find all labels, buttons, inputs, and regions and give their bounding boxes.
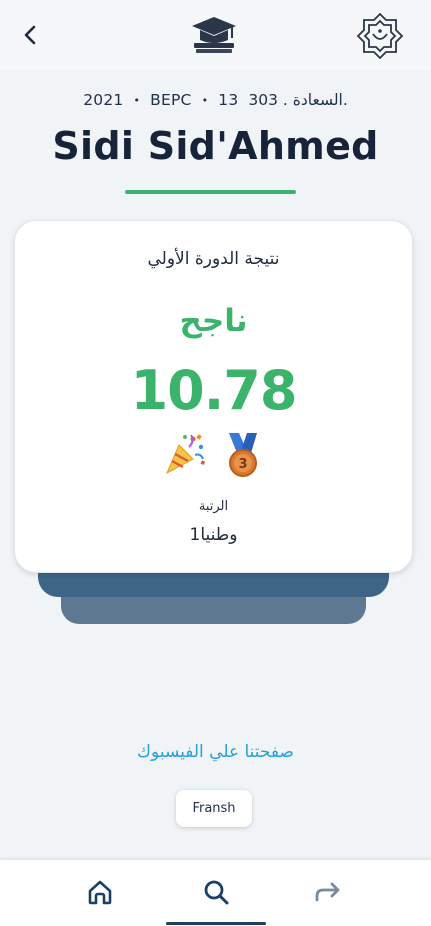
candidate-number: 13 [218,91,239,109]
exam-center: 303 . السعادة. [248,91,348,109]
separator-dot: • [133,93,141,107]
third-place-medal-icon: 3 [228,433,257,477]
result-status: ناجح [179,303,248,339]
graduation-cap-icon [192,17,236,53]
exam-year: 2021 [83,91,124,109]
bottom-navigation [0,859,431,926]
share-icon [315,882,340,902]
exam-info-line: 2021 • BEPC • 13 303 . السعادة. [0,88,431,112]
rank-label: الرتبة [198,499,229,514]
name-underline [125,190,296,194]
result-card: نتيجة الدورة الأولي ناجح 10.78 3 الرتبة … [14,220,413,573]
back-button[interactable] [14,18,48,52]
result-score: 10.78 [130,359,298,422]
nav-share-button[interactable] [308,874,348,910]
national-emblem-icon [356,12,404,60]
rank-value: وطنيا1 [189,525,238,545]
home-icon [88,880,112,905]
active-tab-indicator [166,922,266,925]
student-name: Sidi Sid'Ahmed [52,124,379,168]
separator-dot: • [201,93,209,107]
nav-home-button[interactable] [80,874,120,910]
result-card-title: نتيجة الدورة الأولي [147,249,280,269]
top-app-bar [0,0,431,71]
celebration-icons: 3 [15,431,412,479]
facebook-page-link[interactable]: صفحتنا علي الفيسبوك [0,742,431,762]
party-popper-icon [165,434,205,475]
chevron-left-icon [24,25,36,45]
search-icon [204,880,229,905]
nav-search-button[interactable] [196,874,236,910]
svg-text:3: 3 [238,457,247,472]
language-toggle-button[interactable]: Fransh [176,790,252,827]
exam-type: BEPC [150,91,192,109]
